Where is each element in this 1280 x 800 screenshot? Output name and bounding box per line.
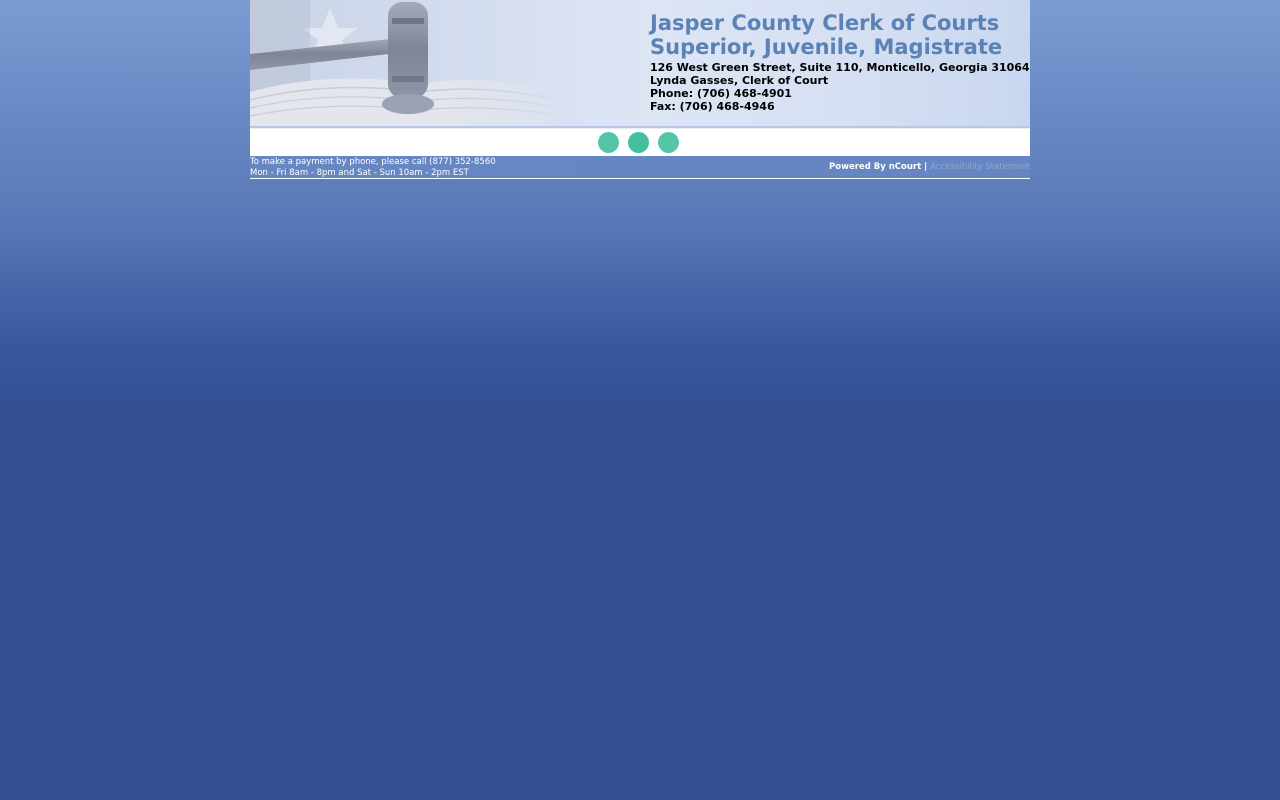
court-phone: Phone: (706) 468-4901 [650, 87, 792, 100]
payment-hours-text: Mon - Fri 8am - 8pm and Sat - Sun 10am -… [250, 168, 469, 178]
page-container: Jasper County Clerk of Courts Superior, … [250, 0, 1030, 179]
footer-links: Powered By nCourt | Accessibility Statemen… [829, 162, 1030, 173]
gavel-and-book-icon [250, 0, 580, 126]
payment-notice: To make a payment by phone, please call … [250, 157, 496, 179]
info-bar: To make a payment by phone, please call … [250, 156, 1030, 179]
nav-dot-1[interactable] [598, 132, 619, 153]
payment-phone-text: To make a payment by phone, please call … [250, 157, 496, 167]
link-separator: | [924, 162, 928, 172]
nav-bar [250, 128, 1030, 156]
court-title: Jasper County Clerk of Courts Superior, … [650, 11, 1002, 59]
clerk-name: Lynda Gasses, Clerk of Court [650, 74, 829, 87]
court-fax: Fax: (706) 468-4946 [650, 100, 775, 113]
court-title-line1: Jasper County Clerk of Courts [650, 11, 1000, 35]
court-address: 126 West Green Street, Suite 110, Montic… [650, 61, 1030, 74]
court-title-line2: Superior, Juvenile, Magistrate [650, 35, 1003, 59]
header-banner: Jasper County Clerk of Courts Superior, … [250, 0, 1030, 126]
nav-dot-2[interactable] [628, 132, 649, 153]
nav-dot-3[interactable] [658, 132, 679, 153]
nav-dots [598, 132, 679, 153]
powered-by-text: Powered By nCourt [829, 162, 922, 172]
court-contact-info: 126 West Green Street, Suite 110, Montic… [650, 61, 1030, 113]
accessibility-statement-link[interactable]: Accessibility Statement [930, 162, 1030, 172]
